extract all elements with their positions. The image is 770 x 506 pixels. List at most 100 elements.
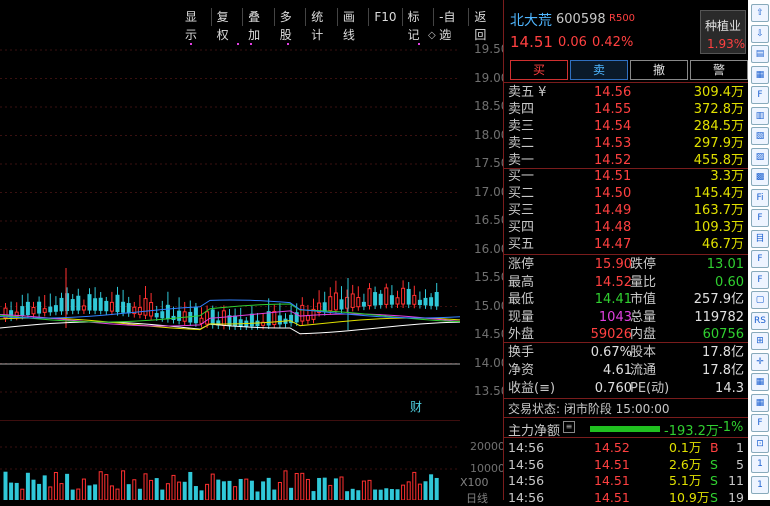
bids-row[interactable]: 买三 14.49 163.7万 bbox=[504, 202, 748, 220]
stat-value: 17.8亿 bbox=[702, 363, 744, 378]
candle-body bbox=[333, 292, 338, 311]
toolbar-item-6[interactable]: F10 bbox=[368, 8, 401, 26]
tick-direction: B bbox=[710, 440, 719, 455]
stat-label: 换手 bbox=[508, 345, 535, 360]
side-tool-icon[interactable]: ▩ bbox=[751, 168, 769, 186]
tick-count: 5 bbox=[736, 456, 744, 472]
volume-bar bbox=[149, 479, 154, 500]
sell-button[interactable]: 卖 bbox=[570, 60, 628, 80]
side-tool-icon[interactable]: Fi bbox=[751, 188, 769, 207]
stat-row: 收益(≡) 0.760 PE(动) 14.3 bbox=[504, 380, 748, 398]
toolbar-item-5[interactable]: 画线 bbox=[336, 8, 369, 42]
bids-row[interactable]: 买一 14.51 3.3万 bbox=[504, 168, 748, 186]
divider bbox=[504, 398, 748, 399]
industry-pct: 1.93% bbox=[707, 37, 746, 51]
calculator-icon[interactable]: ≡ bbox=[563, 421, 575, 433]
side-tool-icon[interactable]: F bbox=[751, 270, 769, 289]
toolbar-item-3[interactable]: 多股 bbox=[273, 8, 306, 42]
stat-value: 14.52 bbox=[594, 274, 632, 290]
side-tool-icon[interactable]: ▧ bbox=[751, 127, 769, 145]
side-tool-icon[interactable]: ▦ bbox=[751, 393, 769, 412]
asks-row[interactable]: 卖五 ¥ 14.56 309.4万 bbox=[504, 84, 748, 102]
event-marker bbox=[250, 43, 252, 45]
candle-body bbox=[401, 287, 406, 305]
price-axis: 19.50 19.00 18.50 18.00 17.50 17.00 16.50 16.00… bbox=[460, 28, 508, 448]
side-tool-icon[interactable]: F bbox=[751, 250, 769, 268]
side-tool-icon[interactable]: ▨ bbox=[751, 147, 769, 166]
buy-button[interactable]: 买 bbox=[510, 60, 568, 80]
side-tool-icon[interactable]: 1 bbox=[751, 455, 769, 473]
volume-bar bbox=[65, 473, 70, 500]
stat-value: 4.61 bbox=[603, 363, 632, 378]
bids-row[interactable]: 买五 14.47 46.7万 bbox=[504, 236, 748, 254]
industry-box[interactable]: 种植业 1.93% bbox=[700, 10, 746, 54]
bids-volume: 3.3万 bbox=[710, 169, 744, 184]
asks-row[interactable]: 卖四 14.55 372.8万 bbox=[504, 101, 748, 119]
tick-count: 11 bbox=[728, 473, 744, 488]
toolbar-item-9[interactable]: 返回 bbox=[468, 8, 500, 42]
volume-bar bbox=[37, 483, 42, 500]
quote-panel: 北大荒 600598 R500 种植业 1.93% 14.51 0.06 0.4… bbox=[503, 0, 748, 505]
side-tool-icon[interactable]: ⊞ bbox=[751, 332, 769, 350]
side-tool-icon[interactable]: 目 bbox=[751, 229, 769, 248]
volume-bar bbox=[9, 482, 14, 500]
tick-row: 14:56 14.51 10.9万 S 19 bbox=[504, 490, 748, 506]
candle-body bbox=[272, 310, 277, 326]
toolbar-item-1[interactable]: 复权 bbox=[210, 8, 243, 42]
side-tool-icon[interactable]: 1 bbox=[751, 475, 769, 494]
volume-bar bbox=[115, 488, 120, 500]
tick-time: 14:56 bbox=[508, 440, 545, 455]
stat-value: 0.60 bbox=[715, 274, 744, 290]
side-tool-icon[interactable]: ⇩ bbox=[751, 24, 769, 43]
toolbar-item-4[interactable]: 统计 bbox=[305, 8, 337, 42]
side-tool-icon[interactable]: F bbox=[751, 414, 769, 432]
volume-bar bbox=[317, 477, 322, 500]
volume-bar bbox=[193, 486, 198, 500]
volume-bar bbox=[272, 489, 277, 500]
volume-bar bbox=[238, 478, 243, 500]
bids-row[interactable]: 买二 14.50 145.4万 bbox=[504, 185, 748, 203]
toolbar-item-8[interactable]: -自选 bbox=[433, 8, 468, 42]
vol-axis-label-2: 10000 bbox=[470, 462, 505, 475]
toolbar-item-0[interactable]: 显示 bbox=[180, 8, 211, 42]
bids-row[interactable]: 买四 14.48 109.3万 bbox=[504, 219, 748, 237]
alert-button[interactable]: 警 bbox=[690, 60, 748, 80]
candle-body bbox=[378, 293, 383, 306]
side-tool-icon[interactable]: ▦ bbox=[751, 65, 769, 84]
asks-row[interactable]: 卖二 14.53 297.9万 bbox=[504, 135, 748, 153]
candle-body bbox=[434, 292, 439, 307]
stock-name[interactable]: 北大荒 bbox=[510, 10, 552, 30]
kline-chart-area[interactable]: 显示 复权 叠加 多股 统计 画线 F10 标记 -自选 返回 19.50 19.00 18.50 18… bbox=[0, 0, 508, 505]
volume-chart[interactable] bbox=[0, 420, 460, 500]
side-tool-icon[interactable]: F bbox=[751, 209, 769, 227]
side-tool-icon[interactable]: ▢ bbox=[751, 291, 769, 309]
side-tool-icon[interactable]: ⇧ bbox=[751, 4, 769, 22]
side-tool-icon[interactable]: ▤ bbox=[751, 45, 769, 63]
volume-bar bbox=[395, 489, 400, 500]
stat-value: 17.8亿 bbox=[702, 345, 744, 360]
side-tool-icon[interactable]: ⊡ bbox=[751, 434, 769, 453]
side-tool-icon[interactable]: RS bbox=[751, 311, 769, 330]
side-tool-icon[interactable]: ✛ bbox=[751, 352, 769, 371]
candle-body bbox=[104, 300, 109, 312]
tick-volume: 2.6万 bbox=[669, 456, 702, 472]
volume-bar bbox=[104, 474, 109, 500]
volume-bar bbox=[350, 488, 355, 500]
toolbar-item-7[interactable]: 标记 bbox=[401, 8, 434, 42]
toolbar-item-2[interactable]: 叠加 bbox=[242, 8, 274, 42]
diamond-icon[interactable]: ◇ bbox=[428, 30, 436, 41]
side-tool-icon[interactable]: ▦ bbox=[751, 373, 769, 391]
cancel-order-button[interactable]: 撤 bbox=[630, 60, 688, 80]
candle-body bbox=[423, 297, 428, 306]
stat-value: 13.01 bbox=[706, 257, 744, 272]
side-tool-icon[interactable]: ▥ bbox=[751, 106, 769, 125]
finance-badge-icon[interactable]: 财 bbox=[410, 398, 422, 415]
candlestick-chart[interactable] bbox=[0, 28, 460, 408]
candle-body bbox=[305, 315, 310, 321]
bids-label: 买五 bbox=[508, 237, 535, 252]
panel-toggle-icon[interactable]: ▢ bbox=[442, 29, 451, 40]
asks-row[interactable]: 卖三 14.54 284.5万 bbox=[504, 118, 748, 136]
side-tool-icon[interactable]: F bbox=[751, 86, 769, 104]
stat-value: 14.3 bbox=[715, 381, 744, 396]
volume-bar bbox=[98, 471, 103, 500]
